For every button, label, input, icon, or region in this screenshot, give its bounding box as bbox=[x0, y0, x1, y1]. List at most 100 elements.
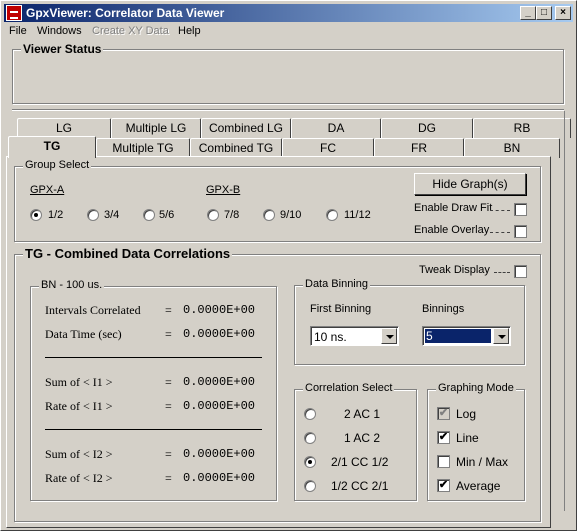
group-option-11-12: 11/12 bbox=[344, 209, 371, 221]
menu-bar: File Windows Create XY Data Help bbox=[4, 23, 573, 41]
intervals-correlated-label: Intervals Correlated bbox=[45, 303, 141, 317]
first-binning-select[interactable]: 10 ns. bbox=[310, 326, 399, 346]
minimize-button[interactable]: _ bbox=[520, 6, 536, 20]
app-icon bbox=[6, 5, 22, 21]
tab-lg[interactable]: LG bbox=[17, 118, 111, 138]
correlation-option-1ac2: 1 AC 2 bbox=[344, 431, 381, 445]
menu-file[interactable]: File bbox=[9, 25, 27, 37]
divider-line bbox=[45, 429, 262, 430]
average-checkbox[interactable]: ✔ bbox=[437, 479, 450, 492]
sum-i1-label: Sum of < I1 > bbox=[45, 375, 113, 389]
gpx-b-label: GPX-B bbox=[206, 184, 241, 196]
min-max-checkbox[interactable] bbox=[437, 455, 450, 468]
data-binning-box: Data Binning bbox=[294, 278, 525, 365]
tab-dg[interactable]: DG bbox=[381, 118, 473, 138]
enable-overlay-checkbox[interactable] bbox=[514, 225, 527, 238]
menu-windows[interactable]: Windows bbox=[37, 25, 82, 37]
equals-sign: = bbox=[165, 447, 172, 461]
data-binning-label: Data Binning bbox=[303, 278, 370, 290]
separator bbox=[12, 109, 564, 111]
correlation-radio-21cc12[interactable] bbox=[304, 456, 316, 468]
tweak-display-label: Tweak Display bbox=[419, 264, 490, 276]
tab-da[interactable]: DA bbox=[291, 118, 381, 138]
menu-create-xy-data[interactable]: Create XY Data bbox=[92, 25, 169, 37]
correlation-select-label: Correlation Select bbox=[303, 382, 395, 394]
tab-fr[interactable]: FR bbox=[374, 138, 464, 158]
dotted-leader bbox=[490, 210, 510, 211]
min-max-label: Min / Max bbox=[456, 455, 509, 469]
correlation-radio-1ac2[interactable] bbox=[304, 432, 316, 444]
tweak-display-checkbox[interactable] bbox=[514, 265, 527, 278]
chevron-down-icon[interactable] bbox=[381, 328, 397, 344]
binnings-select[interactable]: 5 bbox=[422, 326, 511, 346]
enable-draw-fit-checkbox[interactable] bbox=[514, 203, 527, 216]
dotted-leader bbox=[490, 232, 510, 233]
intervals-correlated-value: 0.0000E+00 bbox=[183, 303, 256, 317]
menu-help[interactable]: Help bbox=[178, 25, 201, 37]
group-radio-9-10[interactable] bbox=[263, 209, 275, 221]
right-edge-divider bbox=[564, 111, 573, 511]
bn-box: BN - 100 us. bbox=[30, 279, 277, 501]
viewer-status-group: Viewer Status bbox=[12, 42, 564, 104]
equals-sign: = bbox=[165, 303, 172, 317]
divider-line bbox=[45, 357, 262, 358]
group-radio-5-6[interactable] bbox=[143, 209, 155, 221]
data-time-label: Data Time (sec) bbox=[45, 327, 122, 341]
group-option-5-6: 5/6 bbox=[159, 209, 175, 221]
correlation-radio-12cc21[interactable] bbox=[304, 480, 316, 492]
tab-tg[interactable]: TG bbox=[8, 136, 96, 158]
sum-i2-label: Sum of < I2 > bbox=[45, 447, 113, 461]
hide-graphs-button[interactable]: Hide Graph(s) bbox=[414, 173, 526, 195]
group-radio-7-8[interactable] bbox=[207, 209, 219, 221]
log-label: Log bbox=[456, 407, 477, 421]
group-select-label: Group Select bbox=[23, 159, 92, 171]
close-button[interactable]: × bbox=[555, 6, 571, 20]
first-binning-label: First Binning bbox=[310, 303, 372, 315]
main-window: GpxViewer: Correlator Data Viewer _ □ × … bbox=[0, 0, 577, 531]
tab-bn[interactable]: BN bbox=[464, 138, 560, 158]
data-time-value: 0.0000E+00 bbox=[183, 327, 256, 341]
dotted-leader bbox=[494, 272, 510, 273]
group-option-1-2: 1/2 bbox=[48, 209, 64, 221]
group-radio-1-2[interactable] bbox=[30, 209, 42, 221]
first-binning-value: 10 ns. bbox=[314, 330, 347, 344]
equals-sign: = bbox=[165, 399, 172, 413]
group-option-7-8: 7/8 bbox=[224, 209, 240, 221]
correlation-radio-2ac1[interactable] bbox=[304, 408, 316, 420]
group-option-3-4: 3/4 bbox=[104, 209, 120, 221]
gpx-a-label: GPX-A bbox=[30, 184, 65, 196]
rate-i1-value: 0.0000E+00 bbox=[183, 399, 256, 413]
tab-multiple-tg[interactable]: Multiple TG bbox=[96, 138, 190, 158]
correlation-option-21cc12: 2/1 CC 1/2 bbox=[331, 455, 389, 469]
equals-sign: = bbox=[165, 471, 172, 485]
window-title: GpxViewer: Correlator Data Viewer bbox=[26, 6, 225, 20]
tab-multiple-lg[interactable]: Multiple LG bbox=[111, 118, 201, 138]
sum-i1-value: 0.0000E+00 bbox=[183, 375, 256, 389]
group-radio-3-4[interactable] bbox=[87, 209, 99, 221]
line-label: Line bbox=[456, 431, 479, 445]
log-checkbox[interactable]: ✔ bbox=[437, 407, 450, 420]
chevron-down-icon[interactable] bbox=[493, 328, 509, 344]
title-bar[interactable]: GpxViewer: Correlator Data Viewer _ □ × bbox=[4, 4, 573, 22]
average-label: Average bbox=[456, 479, 501, 493]
group-option-9-10: 9/10 bbox=[280, 209, 302, 221]
correlation-option-2ac1: 2 AC 1 bbox=[344, 407, 381, 421]
rate-i2-value: 0.0000E+00 bbox=[183, 471, 256, 485]
tab-combined-tg[interactable]: Combined TG bbox=[190, 138, 282, 158]
tab-combined-lg[interactable]: Combined LG bbox=[201, 118, 291, 138]
maximize-button[interactable]: □ bbox=[536, 6, 552, 20]
sum-i2-value: 0.0000E+00 bbox=[183, 447, 256, 461]
rate-i1-label: Rate of < I1 > bbox=[45, 399, 113, 413]
line-checkbox[interactable]: ✔ bbox=[437, 431, 450, 444]
tg-correlations-title: TG - Combined Data Correlations bbox=[23, 246, 233, 261]
tab-rb[interactable]: RB bbox=[473, 118, 571, 138]
tab-fc[interactable]: FC bbox=[282, 138, 374, 158]
equals-sign: = bbox=[165, 375, 172, 389]
graphing-mode-label: Graphing Mode bbox=[436, 382, 516, 394]
rate-i2-label: Rate of < I2 > bbox=[45, 471, 113, 485]
binnings-label: Binnings bbox=[422, 303, 465, 315]
group-radio-11-12[interactable] bbox=[326, 209, 338, 221]
equals-sign: = bbox=[165, 327, 172, 341]
enable-draw-fit-label: Enable Draw Fit bbox=[414, 202, 493, 214]
bn-label: BN - 100 us. bbox=[39, 279, 105, 291]
